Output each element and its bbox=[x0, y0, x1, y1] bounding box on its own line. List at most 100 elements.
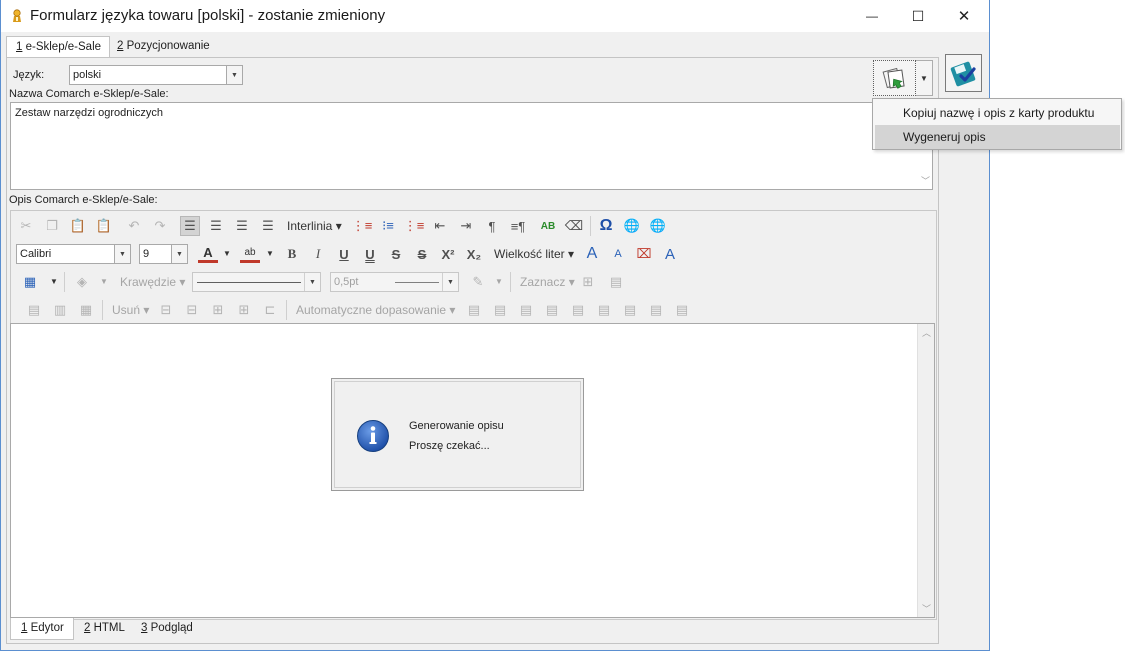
underline-icon[interactable]: U bbox=[334, 244, 354, 264]
menu-item-generate-description[interactable]: Wygeneruj opis bbox=[875, 125, 1120, 149]
italic-icon[interactable]: I bbox=[308, 244, 328, 264]
copy-icon[interactable]: ❐ bbox=[42, 216, 62, 236]
merge-cells-icon[interactable]: ▦ bbox=[76, 300, 96, 320]
close-button[interactable]: ✕ bbox=[941, 0, 987, 32]
cell-align-top-left-icon[interactable]: ▤ bbox=[464, 300, 484, 320]
pen-color-icon[interactable]: ✎ bbox=[468, 272, 488, 292]
double-strikethrough-icon[interactable]: S bbox=[412, 244, 432, 264]
copy-data-button[interactable] bbox=[873, 60, 916, 96]
title-bar[interactable]: Formularz języka towaru [polski] - zosta… bbox=[1, 0, 989, 32]
font-size-select[interactable]: 9 ▼ bbox=[139, 244, 188, 264]
name-textarea[interactable]: Zestaw narzędzi ogrodniczych ﹀ bbox=[10, 102, 933, 190]
font-dialog-icon[interactable]: A bbox=[660, 244, 680, 264]
grow-font-icon[interactable]: A bbox=[582, 244, 602, 264]
scroll-down-icon[interactable]: ﹀ bbox=[921, 174, 930, 187]
autofit-menu[interactable]: Automatyczne dopasowanie ▾ bbox=[296, 303, 455, 317]
double-underline-icon[interactable]: U bbox=[360, 244, 380, 264]
cell-align-bottom-right-icon[interactable]: ▤ bbox=[672, 300, 692, 320]
cell-align-middle-center-icon[interactable]: ▤ bbox=[568, 300, 588, 320]
cell-align-top-center-icon[interactable]: ▤ bbox=[490, 300, 510, 320]
insert-below-icon[interactable]: ⊟ bbox=[182, 300, 202, 320]
chevron-down-icon[interactable]: ▼ bbox=[442, 273, 458, 291]
clear-format-icon[interactable]: ⌧ bbox=[634, 244, 654, 264]
superscript-icon[interactable]: X² bbox=[438, 244, 458, 264]
border-style-select[interactable]: ▼ bbox=[192, 272, 321, 292]
table-properties-icon[interactable]: ▤ bbox=[606, 272, 626, 292]
maximize-button[interactable]: ☐ bbox=[895, 0, 941, 32]
tab-e-sklep[interactable]: 1 e-Sklep/e-Sale bbox=[6, 36, 111, 59]
borders-menu[interactable]: Krawędzie ▾ bbox=[120, 275, 185, 289]
show-formatting-icon[interactable]: ≡¶ bbox=[508, 216, 528, 236]
unlink-icon[interactable]: 🌐 bbox=[648, 216, 668, 236]
eraser-icon[interactable]: ⌫ bbox=[564, 216, 584, 236]
justify-icon[interactable]: ☰ bbox=[258, 216, 278, 236]
line-spacing-menu[interactable]: Interlinia ▾ bbox=[287, 219, 342, 233]
copy-data-dropdown[interactable]: ▼ bbox=[916, 60, 933, 96]
multilevel-list-icon[interactable]: ⋮≡ bbox=[404, 216, 425, 236]
shading-icon[interactable]: ◈ bbox=[72, 272, 92, 292]
font-name-select[interactable]: Calibri ▼ bbox=[16, 244, 131, 264]
cell-align-bottom-left-icon[interactable]: ▤ bbox=[620, 300, 640, 320]
tab-editor[interactable]: 1 Edytor bbox=[10, 618, 74, 640]
delete-menu[interactable]: Usuń ▾ bbox=[112, 303, 149, 317]
close-icon: ✕ bbox=[957, 8, 971, 25]
tab-html[interactable]: 2 HTML bbox=[74, 618, 134, 640]
paste-special-icon[interactable]: 📋 bbox=[94, 216, 114, 236]
chevron-down-icon[interactable]: ▼ bbox=[226, 66, 242, 84]
chevron-down-icon[interactable]: ▼ bbox=[114, 245, 130, 263]
paragraph-icon[interactable]: ¶ bbox=[482, 216, 502, 236]
insert-row-icon[interactable]: ▤ bbox=[24, 300, 44, 320]
tab-pozycjonowanie[interactable]: 2 Pozycjonowanie bbox=[108, 36, 218, 58]
cut-icon[interactable]: ✂ bbox=[16, 216, 36, 236]
select-menu[interactable]: Zaznacz ▾ bbox=[520, 275, 575, 289]
border-width-select[interactable]: 0,5pt ▼ bbox=[330, 272, 459, 292]
minimize-button[interactable]: — bbox=[849, 0, 895, 32]
insert-right-icon[interactable]: ⊞ bbox=[234, 300, 254, 320]
symbol-icon[interactable]: Ω bbox=[596, 216, 616, 236]
chevron-down-icon[interactable]: ▼ bbox=[223, 249, 231, 258]
paste-icon[interactable]: 📋 bbox=[68, 216, 88, 236]
chevron-down-icon[interactable]: ▼ bbox=[100, 277, 108, 286]
line-spacing-label: Interlinia bbox=[287, 219, 333, 233]
strikethrough-icon[interactable]: S bbox=[386, 244, 406, 264]
cell-align-middle-left-icon[interactable]: ▤ bbox=[542, 300, 562, 320]
spellcheck-icon[interactable]: AB bbox=[538, 216, 558, 236]
undo-icon[interactable]: ↶ bbox=[124, 216, 144, 236]
split-cells-icon[interactable]: ⊏ bbox=[260, 300, 280, 320]
cell-align-bottom-center-icon[interactable]: ▤ bbox=[646, 300, 666, 320]
chevron-down-icon[interactable]: ▼ bbox=[50, 277, 58, 286]
scroll-down-icon[interactable]: ﹀ bbox=[922, 602, 931, 615]
align-right-icon[interactable]: ☰ bbox=[232, 216, 252, 236]
numbered-list-icon[interactable]: ⋮≡ bbox=[352, 216, 373, 236]
chevron-down-icon[interactable]: ▼ bbox=[171, 245, 187, 263]
shrink-font-icon[interactable]: A bbox=[608, 244, 628, 264]
insert-left-icon[interactable]: ⊞ bbox=[208, 300, 228, 320]
cell-align-middle-right-icon[interactable]: ▤ bbox=[594, 300, 614, 320]
font-color-icon[interactable]: A bbox=[198, 244, 218, 263]
save-button[interactable] bbox=[945, 54, 982, 92]
tab-preview[interactable]: 3 Podgląd bbox=[131, 618, 202, 640]
link-icon[interactable]: 🌐 bbox=[622, 216, 642, 236]
chevron-down-icon[interactable]: ▼ bbox=[304, 273, 320, 291]
increase-indent-icon[interactable]: ⇥ bbox=[456, 216, 476, 236]
bullet-list-icon[interactable]: ⁝≡ bbox=[378, 216, 398, 236]
scroll-up-icon[interactable]: ︿ bbox=[922, 326, 931, 339]
align-left-icon[interactable]: ☰ bbox=[180, 216, 200, 236]
editor-scrollbar[interactable]: ︿ ﹀ bbox=[917, 324, 934, 617]
decrease-indent-icon[interactable]: ⇤ bbox=[430, 216, 450, 236]
font-size-menu[interactable]: Wielkość liter ▾ bbox=[494, 247, 574, 261]
chevron-down-icon[interactable]: ▼ bbox=[266, 249, 274, 258]
insert-column-icon[interactable]: ▥ bbox=[50, 300, 70, 320]
subscript-icon[interactable]: X₂ bbox=[464, 244, 484, 264]
language-select[interactable]: polski ▼ bbox=[69, 65, 243, 85]
highlight-color-icon[interactable]: ab bbox=[240, 244, 260, 263]
chevron-down-icon[interactable]: ▼ bbox=[495, 277, 503, 286]
bold-icon[interactable]: B bbox=[282, 244, 302, 264]
redo-icon[interactable]: ↷ bbox=[150, 216, 170, 236]
insert-above-icon[interactable]: ⊟ bbox=[156, 300, 176, 320]
gridlines-icon[interactable]: ⊞ bbox=[578, 272, 598, 292]
menu-item-copy-from-product[interactable]: Kopiuj nazwę i opis z karty produktu bbox=[875, 101, 1120, 125]
align-center-icon[interactable]: ☰ bbox=[206, 216, 226, 236]
table-insert-icon[interactable]: ▦ bbox=[20, 272, 40, 292]
cell-align-top-right-icon[interactable]: ▤ bbox=[516, 300, 536, 320]
